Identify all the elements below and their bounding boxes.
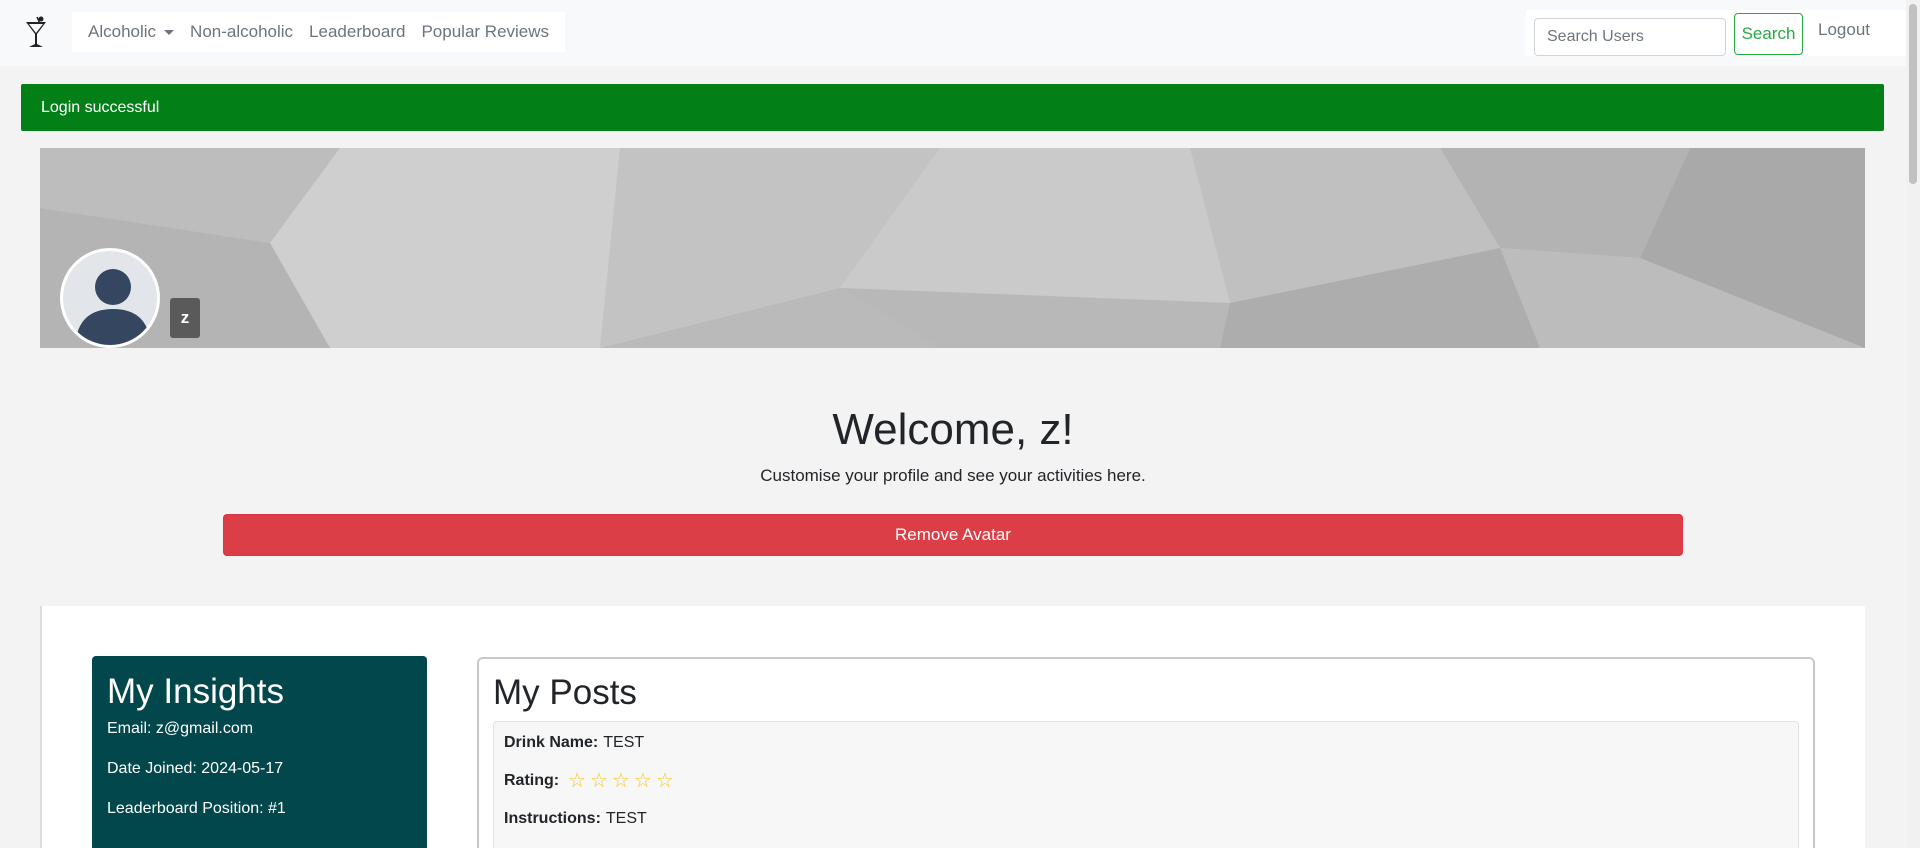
- cocktail-glass-icon[interactable]: [24, 16, 48, 50]
- welcome-title: Welcome, z!: [832, 405, 1074, 454]
- rating-label: Rating:: [504, 772, 560, 789]
- welcome-subtitle: Customise your profile and see your acti…: [760, 466, 1146, 485]
- posts-title: My Posts: [493, 673, 637, 712]
- default-avatar-icon[interactable]: [60, 248, 160, 348]
- star-empty-icon: ☆: [590, 770, 608, 792]
- banner-pattern: [40, 148, 1865, 348]
- instructions-label: Instructions:: [504, 810, 601, 827]
- drink-name-label: Drink Name:: [504, 734, 599, 751]
- post-drink-name-row: Drink Name: TEST: [504, 734, 1788, 752]
- star-empty-icon: ☆: [655, 770, 674, 792]
- star-empty-icon: ☆: [633, 770, 652, 792]
- my-insights-card: My Insights Email: z@gmail.com Date Join…: [92, 656, 427, 848]
- post-rating-row: Rating: ☆ ☆ ☆ ☆ ☆: [504, 770, 1788, 792]
- logout-link[interactable]: Logout: [1818, 20, 1870, 40]
- insights-leaderboard-position: Leaderboard Position: #1: [107, 800, 286, 817]
- top-navbar: Alcoholic Non-alcoholic Leaderboard Popu…: [0, 0, 1906, 66]
- insights-title: My Insights: [107, 672, 284, 711]
- page-scrollbar[interactable]: [1906, 0, 1920, 848]
- alert-message: Login successful: [41, 98, 160, 116]
- instructions-value: TEST: [605, 810, 647, 827]
- main-nav: Alcoholic Non-alcoholic Leaderboard Popu…: [72, 12, 566, 52]
- rating-stars: ☆ ☆ ☆ ☆ ☆: [568, 770, 674, 792]
- caret-down-icon: [164, 29, 175, 35]
- remove-avatar-button[interactable]: Remove Avatar: [223, 514, 1683, 556]
- star-empty-icon: ☆: [568, 770, 587, 792]
- scrollbar-thumb[interactable]: [1909, 4, 1917, 184]
- my-posts-card: My Posts Drink Name: TEST Rating: ☆ ☆ ☆ …: [477, 657, 1815, 848]
- profile-banner: [40, 148, 1865, 348]
- login-success-alert: Login successful: [21, 84, 1884, 131]
- star-empty-icon: ☆: [611, 770, 630, 792]
- nav-leaderboard[interactable]: Leaderboard: [301, 22, 413, 42]
- nav-popular-reviews[interactable]: Popular Reviews: [413, 22, 557, 42]
- nav-right-group: Search Logout: [1526, 10, 1906, 56]
- insights-email: Email: z@gmail.com: [107, 720, 254, 737]
- username-badge: z: [170, 298, 200, 338]
- insights-date-joined: Date Joined: 2024-05-17: [107, 760, 284, 777]
- nav-non-alcoholic[interactable]: Non-alcoholic: [182, 22, 301, 42]
- post-item[interactable]: Drink Name: TEST Rating: ☆ ☆ ☆ ☆ ☆ Instr…: [493, 721, 1799, 848]
- search-users-input[interactable]: [1534, 18, 1726, 56]
- drink-name-value: TEST: [603, 734, 645, 751]
- nav-alcoholic-dropdown[interactable]: Alcoholic: [80, 22, 182, 42]
- search-button[interactable]: Search: [1734, 13, 1803, 55]
- post-instructions-row: Instructions: TEST: [504, 810, 1788, 828]
- nav-alcoholic-label: Alcoholic: [88, 22, 157, 41]
